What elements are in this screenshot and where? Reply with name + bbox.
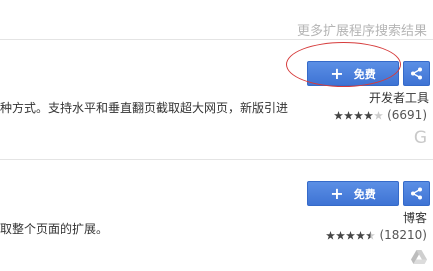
share-icon	[411, 67, 422, 80]
share-icon	[411, 187, 422, 200]
install-label: 免费	[353, 187, 376, 201]
star-icon	[356, 230, 366, 240]
result-description: 种方式。支持水平和垂直翻页截取超大网页，新版引进	[0, 101, 289, 115]
star-half-icon	[366, 230, 376, 240]
star-icon	[346, 230, 356, 240]
star-icon	[336, 230, 346, 240]
more-extension-results-link[interactable]: 更多扩展程序搜索结果	[297, 20, 427, 39]
star-icon	[326, 230, 336, 240]
rating-stars	[334, 110, 384, 120]
result-rating: (18210)	[326, 228, 427, 242]
annotation-circle	[286, 42, 401, 87]
star-icon	[354, 110, 364, 120]
share-button[interactable]	[403, 61, 430, 86]
result-description: 取整个页面的扩展。	[0, 222, 109, 236]
plus-icon: +	[330, 183, 344, 203]
result-category[interactable]: 博客	[403, 209, 427, 226]
result-rating: (6691)	[334, 108, 427, 122]
rating-count: (6691)	[387, 108, 427, 122]
rating-stars	[326, 230, 376, 240]
result-category[interactable]: 开发者工具	[369, 89, 429, 106]
google-drive-icon	[411, 250, 427, 264]
rating-count: (18210)	[379, 228, 427, 242]
star-icon	[364, 110, 374, 120]
star-icon	[344, 110, 354, 120]
install-button[interactable]: + 免费	[307, 181, 399, 206]
divider	[0, 159, 433, 160]
star-icon	[374, 110, 384, 120]
google-g-icon: G	[413, 128, 427, 148]
divider	[0, 39, 433, 40]
share-button[interactable]	[403, 181, 430, 206]
star-icon	[334, 110, 344, 120]
